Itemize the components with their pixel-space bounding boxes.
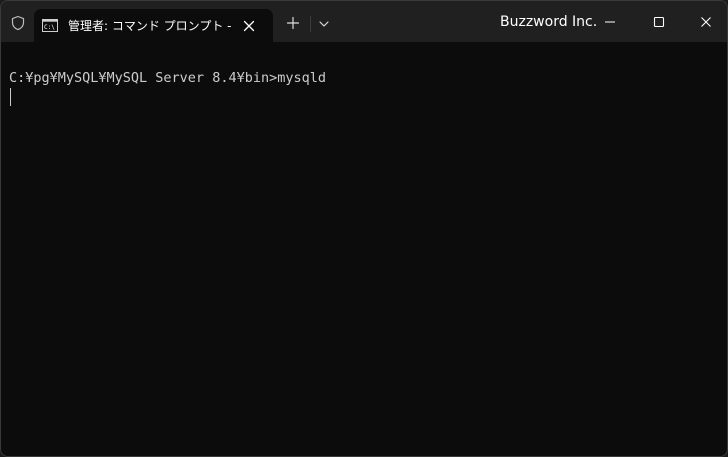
svg-text:C:\: C:\ — [44, 24, 55, 31]
minimize-icon[interactable] — [602, 14, 618, 30]
command-prompt-icon: C:\ — [42, 19, 58, 32]
maximize-icon[interactable] — [651, 14, 667, 30]
shield-icon — [11, 15, 25, 31]
tab-title: 管理者: コマンド プロンプト - mysqld — [68, 19, 232, 33]
tab-command-prompt[interactable]: C:\ 管理者: コマンド プロンプト - mysqld — [34, 9, 273, 42]
terminal-line: C:¥pg¥MySQL¥MySQL Server 8.4¥bin>mysqld — [9, 70, 326, 86]
close-icon[interactable] — [698, 14, 714, 30]
chevron-down-icon[interactable] — [317, 17, 331, 31]
text-cursor — [10, 88, 11, 106]
terminal-output[interactable]: C:¥pg¥MySQL¥MySQL Server 8.4¥bin>mysqld — [1, 42, 727, 456]
terminal-window: C:\ 管理者: コマンド プロンプト - mysqld Buzzword In… — [0, 0, 728, 457]
close-icon[interactable] — [241, 18, 257, 34]
organization-name: Buzzword Inc. — [500, 14, 598, 30]
plus-icon[interactable] — [285, 15, 301, 31]
tab-divider — [310, 16, 311, 32]
title-bar[interactable]: C:\ 管理者: コマンド プロンプト - mysqld Buzzword In… — [1, 1, 727, 42]
